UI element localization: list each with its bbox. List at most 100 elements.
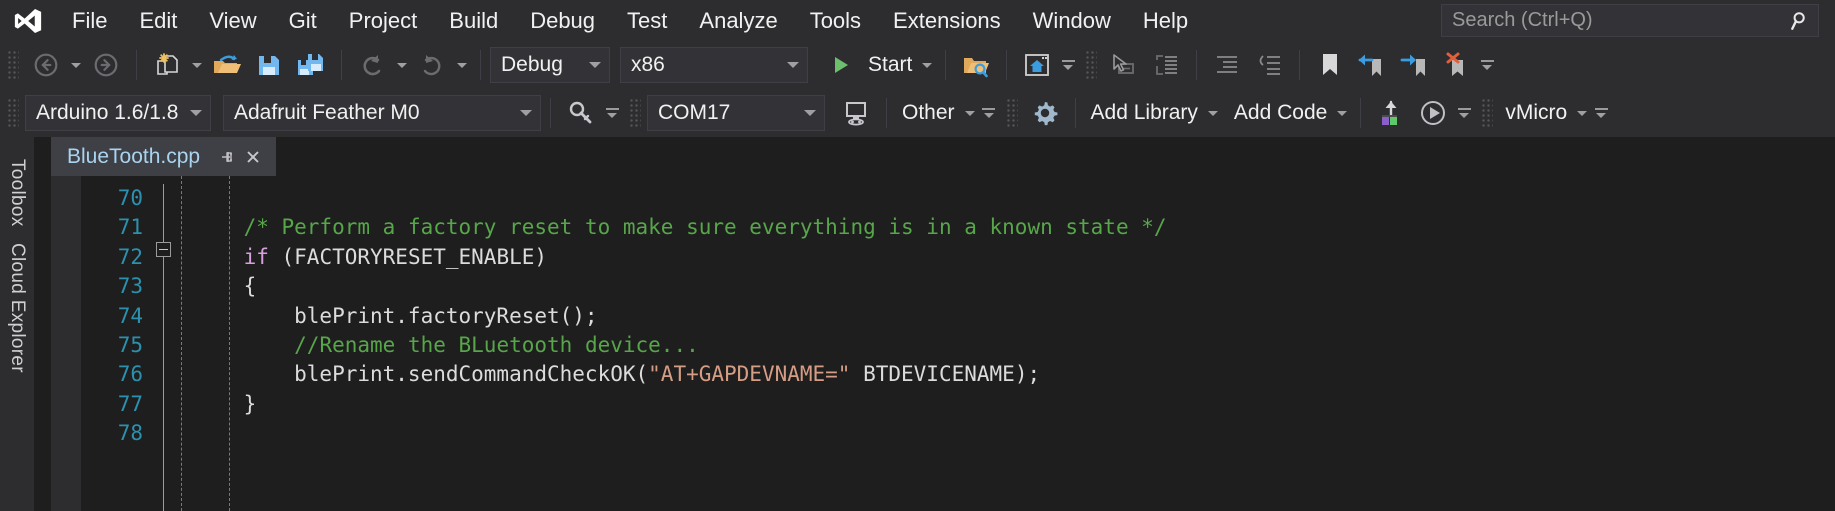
navigate-forward-icon[interactable]	[85, 46, 127, 84]
play-icon[interactable]	[820, 46, 862, 84]
chevron-down-icon[interactable]	[779, 62, 807, 68]
undo-icon[interactable]	[351, 46, 393, 84]
menu-help[interactable]: Help	[1127, 0, 1204, 41]
attach-panel-icon[interactable]	[1145, 46, 1187, 84]
solution-configuration-combo[interactable]: Debug	[490, 47, 610, 83]
quick-launch-search[interactable]: Search (Ctrl+Q)	[1441, 4, 1819, 37]
other-overflow-icon[interactable]	[979, 94, 999, 132]
code-line[interactable]: blePrint.factoryReset();	[175, 302, 1835, 331]
solution-platform-combo[interactable]: x86	[620, 47, 808, 83]
menu-test[interactable]: Test	[611, 0, 683, 41]
menu-file[interactable]: File	[56, 0, 123, 41]
code-surface[interactable]: 70 71 72 73 74 75 76 77 78 /* Perform a …	[81, 176, 1835, 511]
toolbar-grip[interactable]	[8, 51, 19, 79]
menu-debug[interactable]: Debug	[514, 0, 611, 41]
code-lines[interactable]: /* Perform a factory reset to make sure …	[175, 184, 1835, 449]
menu-project[interactable]: Project	[333, 0, 433, 41]
toolbar-grip[interactable]	[8, 99, 19, 127]
code-token: "AT+GAPDEVNAME="	[648, 362, 851, 387]
navigate-back-dropdown[interactable]	[67, 46, 85, 84]
toolbar-grip[interactable]	[630, 99, 641, 127]
add-library-dropdown-icon[interactable]	[1204, 94, 1222, 132]
other-dropdown-icon[interactable]	[961, 94, 979, 132]
sidebar-item-cloud-explorer[interactable]: Cloud Explorer	[6, 235, 28, 381]
menu-git[interactable]: Git	[273, 0, 333, 41]
toolbar-separator	[1074, 98, 1076, 128]
menu-window[interactable]: Window	[1017, 0, 1127, 41]
code-line[interactable]: if (FACTORYRESET_ENABLE)	[175, 243, 1835, 272]
start-debug-button[interactable]: Start	[820, 46, 918, 84]
search-icon[interactable]	[1784, 10, 1818, 32]
decrease-indent-icon[interactable]	[1248, 46, 1290, 84]
code-editor[interactable]: 70 71 72 73 74 75 76 77 78 /* Perform a …	[51, 176, 1835, 511]
fold-collapse-button[interactable]	[156, 242, 171, 257]
arduino-ide-version-combo[interactable]: Arduino 1.6/1.8	[25, 95, 211, 131]
code-line[interactable]: /* Perform a factory reset to make sure …	[175, 213, 1835, 242]
chevron-down-icon[interactable]	[581, 62, 609, 68]
open-file-icon[interactable]	[206, 46, 248, 84]
code-line[interactable]: blePrint.sendCommandCheckOK("AT+GAPDEVNA…	[175, 360, 1835, 389]
gear-icon[interactable]	[1024, 94, 1066, 132]
toolbar-grip[interactable]	[1086, 51, 1098, 79]
menu-extensions[interactable]: Extensions	[877, 0, 1017, 41]
toolbar-grip[interactable]	[1006, 99, 1018, 127]
outlining-margin[interactable]	[151, 176, 175, 511]
undo-dropdown[interactable]	[393, 46, 411, 84]
sidebar-item-toolbox[interactable]: Toolbox	[6, 151, 28, 235]
serial-monitor-icon[interactable]	[835, 94, 877, 132]
save-icon[interactable]	[248, 46, 290, 84]
add-library-button[interactable]: Add Library	[1085, 94, 1222, 132]
code-line[interactable]: {	[175, 272, 1835, 301]
toolbar-grip[interactable]	[1482, 99, 1494, 127]
indicator-margin[interactable]	[51, 176, 81, 511]
start-dropdown[interactable]	[918, 46, 936, 84]
document-tab-bluetooth-cpp[interactable]: BlueTooth.cpp	[51, 137, 277, 176]
menu-build[interactable]: Build	[433, 0, 514, 41]
build-run-icon[interactable]	[1412, 94, 1454, 132]
menu-tools[interactable]: Tools	[794, 0, 877, 41]
increase-indent-icon[interactable]	[1206, 46, 1248, 84]
chevron-down-icon[interactable]	[796, 110, 824, 116]
build-run-overflow-icon[interactable]	[1454, 94, 1474, 132]
debugger-overflow-icon[interactable]	[602, 94, 622, 132]
menu-view[interactable]: View	[193, 0, 272, 41]
vmicro-menu-button[interactable]: vMicro	[1499, 94, 1591, 132]
left-dock-strip: Toolbox Cloud Explorer	[0, 137, 34, 511]
new-item-icon[interactable]	[146, 46, 188, 84]
next-bookmark-icon[interactable]	[1393, 46, 1435, 84]
pointer-select-icon[interactable]	[1103, 46, 1145, 84]
toolbar-overflow-icon[interactable]	[1591, 94, 1611, 132]
code-line[interactable]: }	[175, 390, 1835, 419]
bookmark-icon[interactable]	[1309, 46, 1351, 84]
previous-bookmark-icon[interactable]	[1351, 46, 1393, 84]
save-all-icon[interactable]	[290, 46, 332, 84]
code-line[interactable]	[175, 419, 1835, 448]
redo-icon[interactable]	[411, 46, 453, 84]
chevron-down-icon[interactable]	[182, 110, 210, 116]
menu-edit[interactable]: Edit	[123, 0, 193, 41]
upload-sketch-icon[interactable]	[1370, 94, 1412, 132]
debugger-key-icon[interactable]	[560, 94, 602, 132]
code-text-area[interactable]: /* Perform a factory reset to make sure …	[175, 176, 1835, 511]
pin-icon[interactable]	[214, 144, 240, 170]
toolbar-overflow-icon[interactable]	[1477, 46, 1497, 84]
redo-dropdown[interactable]	[453, 46, 471, 84]
serial-port-combo[interactable]: COM17	[647, 95, 825, 131]
home-window-icon[interactable]	[1016, 46, 1058, 84]
search-input[interactable]: Search (Ctrl+Q)	[1442, 9, 1784, 32]
code-line[interactable]: //Rename the BLuetooth device...	[175, 331, 1835, 360]
code-line[interactable]	[175, 184, 1835, 213]
home-window-overflow-icon[interactable]	[1058, 46, 1078, 84]
chevron-down-icon[interactable]	[512, 110, 540, 116]
close-icon[interactable]	[240, 144, 266, 170]
other-menu-button[interactable]: Other	[896, 94, 979, 132]
new-item-dropdown[interactable]	[188, 46, 206, 84]
find-in-folder-icon[interactable]	[955, 46, 997, 84]
navigate-back-icon[interactable]	[25, 46, 67, 84]
menu-analyze[interactable]: Analyze	[683, 0, 793, 41]
vmicro-dropdown-icon[interactable]	[1573, 94, 1591, 132]
add-code-dropdown-icon[interactable]	[1333, 94, 1351, 132]
clear-bookmarks-icon[interactable]	[1435, 46, 1477, 84]
add-code-button[interactable]: Add Code	[1228, 94, 1351, 132]
board-select-combo[interactable]: Adafruit Feather M0	[223, 95, 541, 131]
